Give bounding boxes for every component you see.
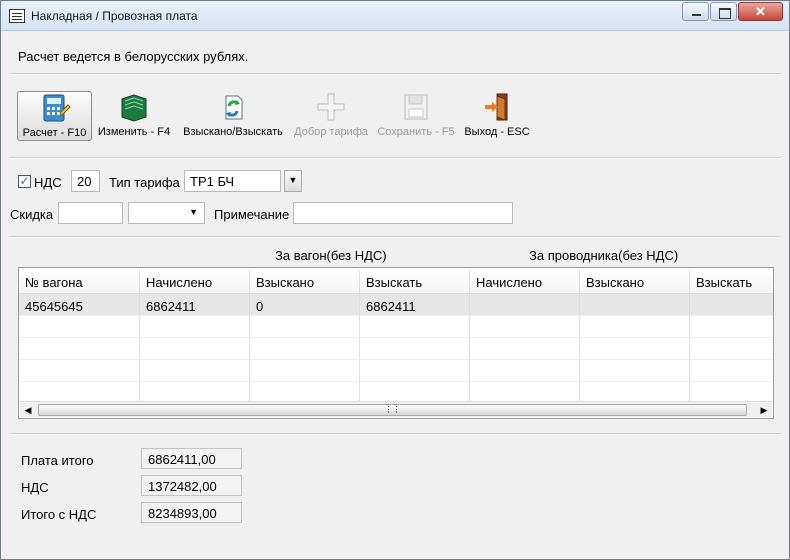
grand-total-label: Итого с НДС [21,507,97,522]
exit-door-icon [485,93,508,121]
divider [9,157,781,159]
note-field[interactable] [293,202,513,224]
table-cell [690,294,773,315]
column-wagon-to-collect[interactable]: Взыскать [360,270,470,293]
column-conductor-charged[interactable]: Начислено [470,270,580,293]
note-label: Примечание [214,207,290,222]
divider [9,433,781,435]
empty-table-row [19,316,773,338]
calculator-icon [43,94,71,122]
tariff-type-dropdown-button[interactable]: ▼ [284,170,302,192]
table-cell: 6862411 [140,294,250,315]
vat-total-label: НДС [21,480,49,495]
minimize-button[interactable] [682,2,709,21]
discount-field[interactable] [58,202,123,224]
collected-label: Взыскано/Взыскать [183,126,283,138]
vat-checkbox[interactable]: ✓ [18,175,31,188]
tariff-addition-button: Добор тарифа [293,91,369,141]
calculate-button[interactable]: Расчет - F10 [17,91,92,141]
exit-label: Выход - ESC [464,126,530,138]
tariff-addition-label: Добор тарифа [294,126,368,138]
table-cell: 45645645 [19,294,140,315]
wagon-section-header: За вагон(без НДС) [275,248,387,263]
save-icon [404,94,428,120]
vat-total-value: 1372482,00 [141,475,242,496]
tariff-type-label: Тип тарифа [109,175,180,190]
save-button: Сохранить - F5 [377,91,455,141]
total-fee-value: 6862411,00 [141,448,242,469]
horizontal-scrollbar[interactable]: ◀ ⋮⋮ ▶ [20,401,772,417]
column-wagon-collected[interactable]: Взыскано [250,270,360,293]
table-header: № вагона Начислено Взыскано Взыскать Нач… [19,270,773,294]
tariff-type-field[interactable]: ТР1 БЧ [184,170,281,192]
column-conductor-collected[interactable]: Взыскано [580,270,690,293]
document-icon [9,9,25,23]
discount-type-select[interactable]: ▼ [128,202,205,224]
grand-total-value: 8234893,00 [141,502,242,523]
vat-label: НДС [34,175,62,190]
plus-icon [317,93,345,121]
column-wagon-number[interactable]: № вагона [19,270,140,293]
column-wagon-charged[interactable]: Начислено [140,270,250,293]
maximize-button[interactable] [710,2,737,21]
table-cell: 0 [250,294,360,315]
currency-info-text: Расчет ведется в белорусских рублях. [18,49,249,64]
save-label: Сохранить - F5 [377,126,455,138]
scroll-left-icon[interactable]: ◀ [20,402,36,418]
column-conductor-to-collect[interactable]: Взыскать [690,270,773,293]
empty-table-row [19,338,773,360]
divider [9,73,781,75]
table-cell [470,294,580,315]
vat-rate-field[interactable]: 20 [71,170,100,192]
refresh-document-icon [225,95,243,120]
conductor-section-header: За проводника(без НДС) [529,248,679,263]
edit-button[interactable]: Изменить - F4 [95,91,173,141]
ledger-edit-icon [121,94,147,122]
collected-button[interactable]: Взыскано/Взыскать [181,91,285,141]
total-fee-label: Плата итого [21,453,94,468]
window-controls [681,2,783,22]
calculate-label: Расчет - F10 [22,127,87,139]
edit-label: Изменить - F4 [97,126,171,138]
table-row[interactable]: 45645645 6862411 0 6862411 [19,294,773,316]
window-title: Накладная / Провозная плата [31,9,198,23]
table-cell: 6862411 [360,294,470,315]
invoice-window: Накладная / Провозная плата Расчет ведет… [0,0,790,560]
scroll-thumb[interactable]: ⋮⋮ [38,404,747,416]
close-button[interactable] [738,2,783,21]
table-cell [580,294,690,315]
exit-button[interactable]: Выход - ESC [463,91,531,141]
divider [9,236,781,238]
title-bar: Накладная / Провозная плата [1,1,789,31]
charges-table[interactable]: № вагона Начислено Взыскано Взыскать Нач… [18,267,774,419]
chevron-down-icon: ▼ [189,207,198,217]
discount-label: Скидка [10,207,54,222]
empty-table-row [19,360,773,382]
scroll-right-icon[interactable]: ▶ [756,402,772,418]
